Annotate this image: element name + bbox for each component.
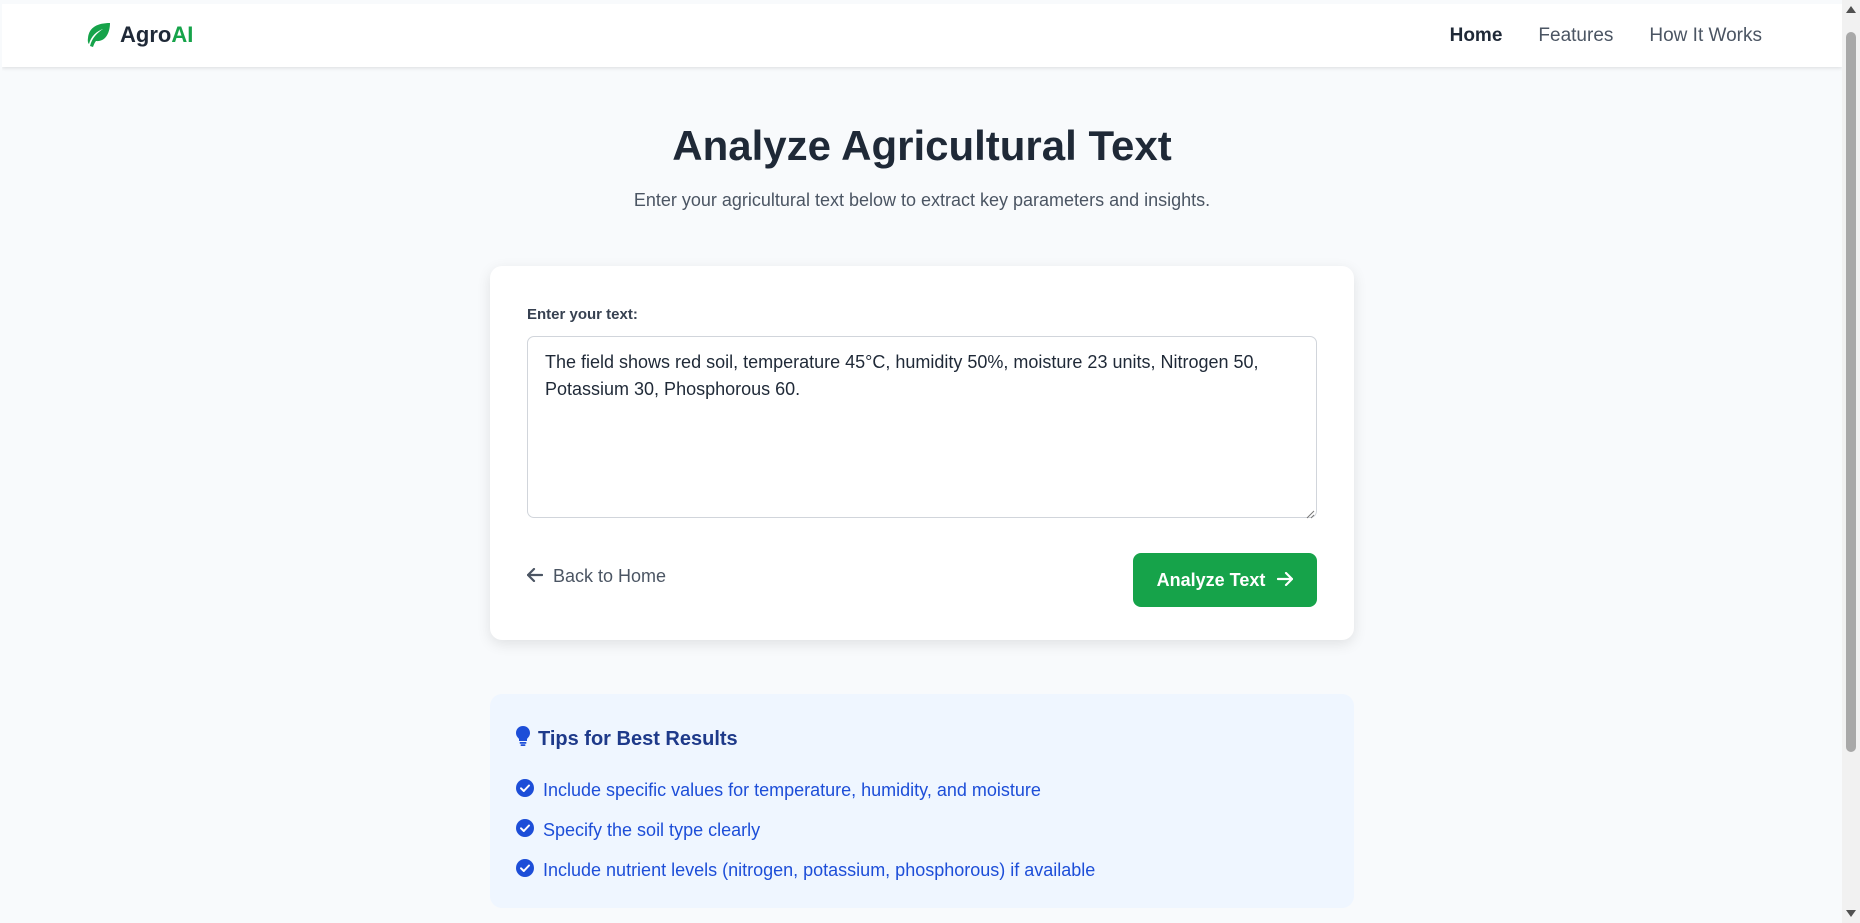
tips-title-text: Tips for Best Results — [538, 727, 738, 750]
tips-list: Include specific values for temperature,… — [516, 770, 1095, 890]
page: AgroAI Home Features How It Works Analyz… — [2, 4, 1842, 923]
tips-panel: Tips for Best Results Include specific v… — [490, 694, 1354, 908]
check-circle-icon — [516, 778, 534, 802]
brand-logo[interactable]: AgroAI — [84, 22, 193, 48]
main-nav: Home Features How It Works — [1450, 4, 1762, 67]
brand-name: AgroAI — [120, 22, 194, 47]
page-title: Analyze Agricultural Text — [672, 122, 1172, 169]
nav-how-it-works[interactable]: How It Works — [1649, 25, 1762, 47]
top-navbar: AgroAI Home Features How It Works — [2, 4, 1842, 67]
arrow-right-icon — [1277, 570, 1294, 591]
leaf-icon — [84, 22, 112, 48]
resize-handle-icon[interactable] — [1305, 506, 1315, 519]
nav-features[interactable]: Features — [1538, 25, 1613, 47]
page-subtitle: Enter your agricultural text below to ex… — [633, 190, 1211, 210]
analyze-text-label: Analyze Text — [1156, 569, 1266, 590]
scrollbar-thumb[interactable] — [1846, 32, 1856, 752]
vertical-scrollbar[interactable] — [1842, 0, 1860, 923]
tip-item: Include nutrient levels (nitrogen, potas… — [516, 850, 1095, 890]
check-circle-icon — [516, 858, 534, 882]
tip-item: Include specific values for temperature,… — [516, 770, 1095, 810]
analyze-text-button[interactable]: Analyze Text — [1133, 553, 1317, 607]
lightbulb-icon — [516, 726, 530, 752]
agricultural-text-input[interactable]: The field shows red soil, temperature 45… — [527, 336, 1317, 518]
analyze-form-card: Enter your text: The field shows red soi… — [490, 266, 1354, 640]
text-input-label: Enter your text: — [527, 306, 638, 323]
back-to-home-label: Back to Home — [553, 566, 667, 586]
tip-item: Specify the soil type clearly — [516, 810, 1095, 850]
scroll-down-arrow-icon[interactable] — [1846, 910, 1856, 917]
nav-home[interactable]: Home — [1450, 25, 1503, 47]
arrow-left-icon — [526, 566, 544, 587]
tips-title: Tips for Best Results — [516, 726, 738, 752]
scroll-up-arrow-icon[interactable] — [1846, 6, 1856, 13]
check-circle-icon — [516, 818, 534, 842]
back-to-home-link[interactable]: Back to Home — [526, 566, 667, 587]
